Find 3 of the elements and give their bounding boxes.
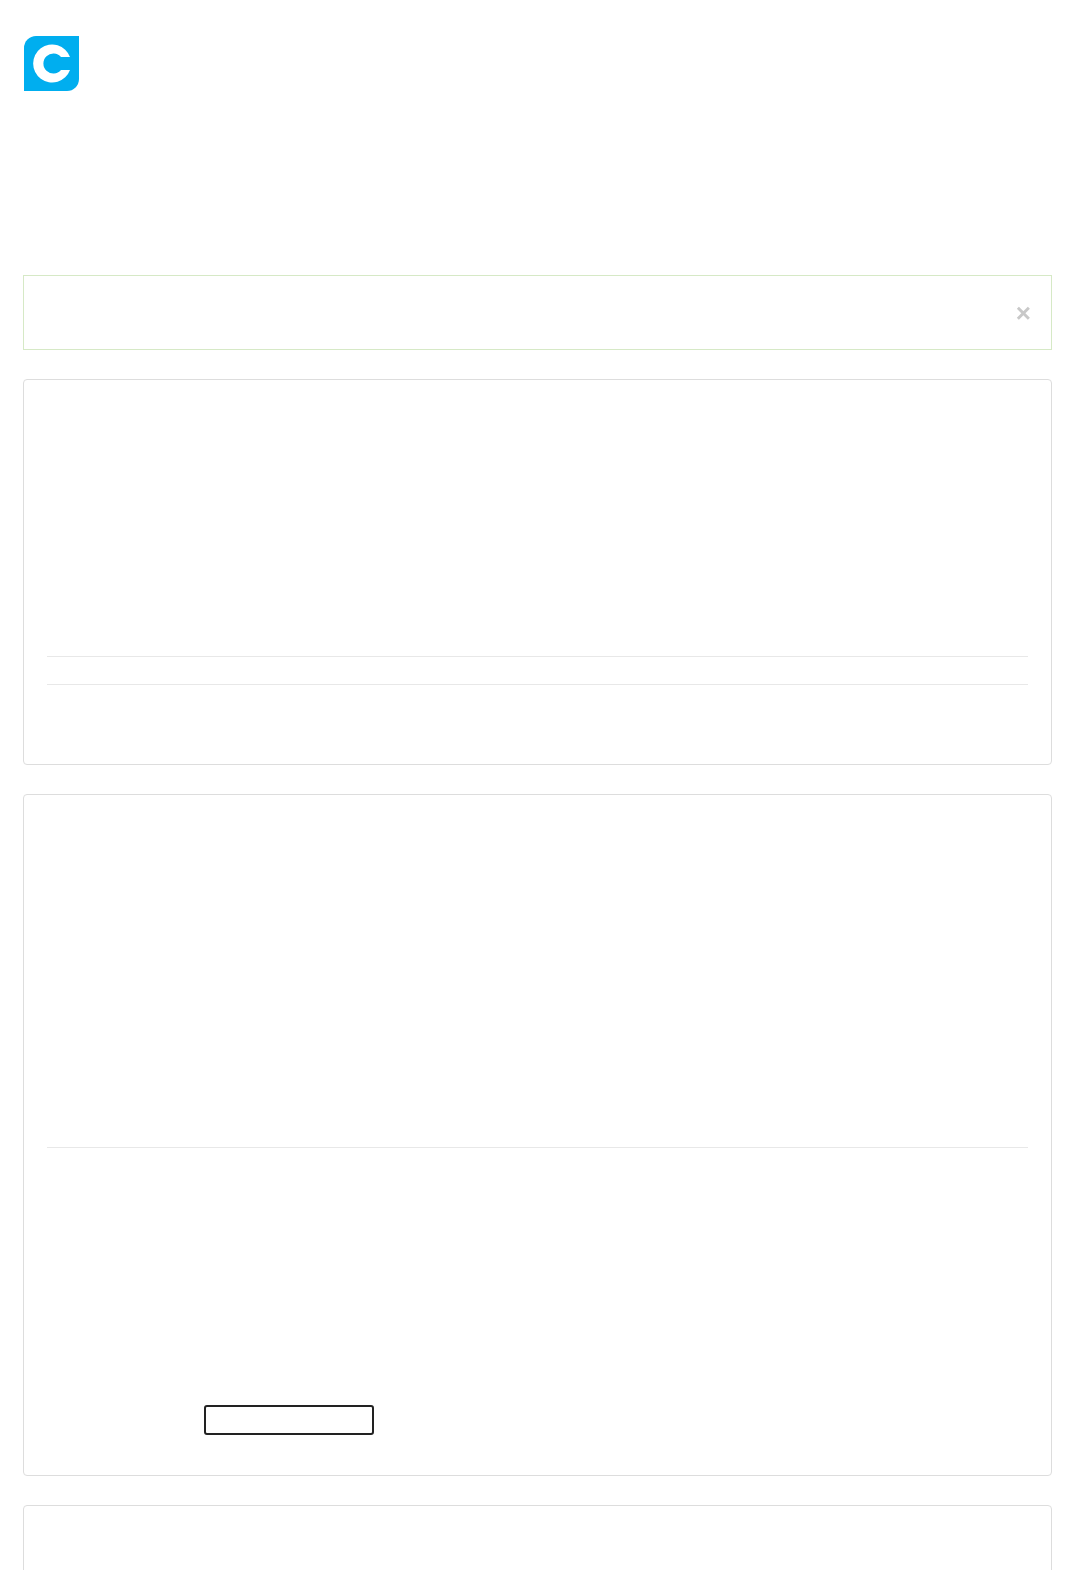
close-button[interactable]: × bbox=[1013, 299, 1033, 326]
input-field[interactable] bbox=[204, 1405, 374, 1435]
logo-icon bbox=[24, 36, 79, 91]
